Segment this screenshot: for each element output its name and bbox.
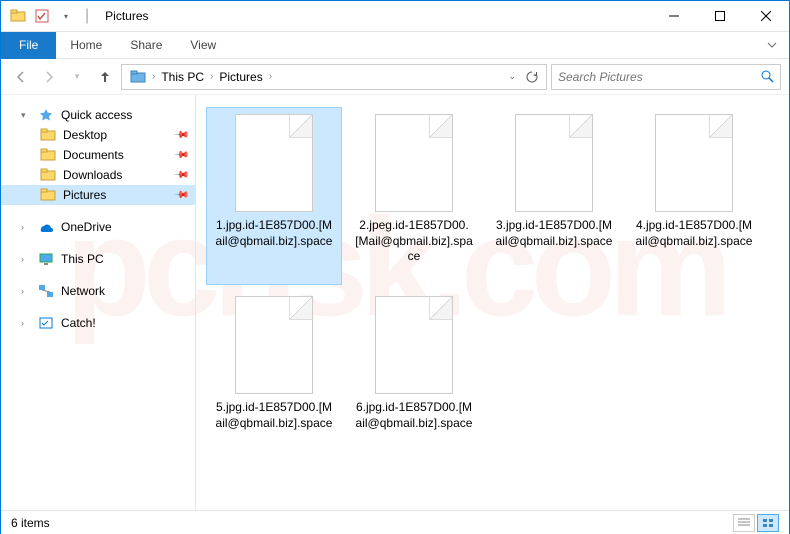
tab-share[interactable]: Share bbox=[116, 32, 176, 59]
file-name: 1.jpg.id-1E857D00.[Mail@qbmail.biz].spac… bbox=[213, 218, 335, 249]
chevron-right-icon[interactable]: › bbox=[21, 318, 31, 328]
search-input[interactable] bbox=[558, 70, 761, 84]
details-view-button[interactable] bbox=[733, 514, 755, 532]
pin-icon: 📌 bbox=[172, 127, 189, 144]
tab-view[interactable]: View bbox=[176, 32, 230, 59]
sidebar-item-label: Documents bbox=[63, 148, 124, 162]
expand-ribbon-icon[interactable] bbox=[755, 40, 789, 50]
folder-icon bbox=[39, 168, 57, 182]
chevron-right-icon[interactable]: › bbox=[208, 71, 215, 82]
sidebar-item-network[interactable]: › Network bbox=[1, 281, 195, 301]
file-name: 2.jpeg.id-1E857D00.[Mail@qbmail.biz].spa… bbox=[353, 218, 475, 265]
file-item[interactable]: 6.jpg.id-1E857D00.[Mail@qbmail.biz].spac… bbox=[346, 289, 482, 467]
file-menu[interactable]: File bbox=[1, 32, 56, 59]
address-dropdown-icon[interactable]: ⌄ bbox=[504, 71, 520, 83]
file-icon bbox=[655, 114, 733, 212]
chevron-right-icon[interactable]: › bbox=[150, 71, 157, 82]
status-bar: 6 items bbox=[1, 510, 789, 534]
up-button[interactable] bbox=[93, 65, 117, 89]
properties-icon[interactable] bbox=[33, 7, 51, 25]
files-pane[interactable]: 1.jpg.id-1E857D00.[Mail@qbmail.biz].spac… bbox=[196, 95, 789, 510]
drive-icon bbox=[37, 316, 55, 330]
chevron-right-icon[interactable]: › bbox=[21, 254, 31, 264]
file-name: 4.jpg.id-1E857D00.[Mail@qbmail.biz].spac… bbox=[633, 218, 755, 249]
sidebar-item-desktop[interactable]: Desktop 📌 bbox=[1, 125, 195, 145]
chevron-right-icon[interactable]: › bbox=[267, 71, 274, 82]
sidebar-item-label: Desktop bbox=[63, 128, 107, 142]
sidebar-item-label: Pictures bbox=[63, 188, 106, 202]
sidebar-item-onedrive[interactable]: › OneDrive bbox=[1, 217, 195, 237]
chevron-right-icon[interactable]: › bbox=[21, 286, 31, 296]
file-icon bbox=[235, 114, 313, 212]
large-icons-view-button[interactable] bbox=[757, 514, 779, 532]
file-item[interactable]: 3.jpg.id-1E857D00.[Mail@qbmail.biz].spac… bbox=[486, 107, 622, 285]
title-bar: ▾ | Pictures bbox=[1, 1, 789, 32]
folder-icon bbox=[39, 188, 57, 202]
title-separator: | bbox=[85, 7, 89, 25]
pin-icon: 📌 bbox=[172, 147, 189, 164]
sidebar-item-downloads[interactable]: Downloads 📌 bbox=[1, 165, 195, 185]
file-item[interactable]: 2.jpeg.id-1E857D00.[Mail@qbmail.biz].spa… bbox=[346, 107, 482, 285]
breadcrumb-this-pc[interactable]: This PC bbox=[157, 70, 208, 84]
sidebar-item-label: This PC bbox=[61, 252, 104, 266]
file-item[interactable]: 4.jpg.id-1E857D00.[Mail@qbmail.biz].spac… bbox=[626, 107, 762, 285]
folder-icon bbox=[39, 148, 57, 162]
pin-icon: 📌 bbox=[172, 167, 189, 184]
item-count: 6 items bbox=[11, 516, 50, 530]
qat-dropdown-icon[interactable]: ▾ bbox=[57, 7, 75, 25]
chevron-down-icon[interactable]: ▾ bbox=[21, 110, 31, 121]
tab-home[interactable]: Home bbox=[56, 32, 116, 59]
explorer-icon bbox=[9, 7, 27, 25]
file-name: 3.jpg.id-1E857D00.[Mail@qbmail.biz].spac… bbox=[493, 218, 615, 249]
ribbon-tabs: File Home Share View bbox=[1, 32, 789, 59]
drive-icon bbox=[37, 221, 55, 233]
recent-dropdown-icon[interactable]: ▾ bbox=[65, 65, 89, 89]
sidebar-item-documents[interactable]: Documents 📌 bbox=[1, 145, 195, 165]
file-icon bbox=[235, 296, 313, 394]
drive-icon bbox=[37, 252, 55, 266]
sidebar-item-thispc[interactable]: › This PC bbox=[1, 249, 195, 269]
maximize-button[interactable] bbox=[697, 1, 743, 32]
sidebar-label: Quick access bbox=[61, 108, 132, 122]
breadcrumb-pictures[interactable]: Pictures bbox=[215, 70, 266, 84]
sidebar-item-label: Downloads bbox=[63, 168, 122, 182]
refresh-icon[interactable] bbox=[522, 71, 542, 83]
nav-bar: ▾ › This PC › Pictures › ⌄ bbox=[1, 59, 789, 95]
file-item[interactable]: 1.jpg.id-1E857D00.[Mail@qbmail.biz].spac… bbox=[206, 107, 342, 285]
navigation-pane: ▾ Quick access Desktop📌Documents📌Downloa… bbox=[1, 95, 196, 510]
search-icon[interactable] bbox=[761, 70, 774, 83]
content-area: ▾ Quick access Desktop📌Documents📌Downloa… bbox=[1, 95, 789, 510]
file-icon bbox=[515, 114, 593, 212]
sidebar-item-catch[interactable]: › Catch! bbox=[1, 313, 195, 333]
sidebar-item-label: Network bbox=[61, 284, 105, 298]
search-box[interactable] bbox=[551, 64, 781, 90]
window-title: Pictures bbox=[105, 9, 148, 23]
file-icon bbox=[375, 114, 453, 212]
sidebar-item-label: OneDrive bbox=[61, 220, 112, 234]
minimize-button[interactable] bbox=[651, 1, 697, 32]
folder-icon bbox=[126, 70, 150, 84]
drive-icon bbox=[37, 284, 55, 298]
sidebar-item-pictures[interactable]: Pictures 📌 bbox=[1, 185, 195, 205]
file-name: 5.jpg.id-1E857D00.[Mail@qbmail.biz].spac… bbox=[213, 400, 335, 431]
back-button[interactable] bbox=[9, 65, 33, 89]
chevron-right-icon[interactable]: › bbox=[21, 222, 31, 232]
pin-icon: 📌 bbox=[172, 187, 189, 204]
sidebar-item-label: Catch! bbox=[61, 316, 96, 330]
forward-button[interactable] bbox=[37, 65, 61, 89]
sidebar-quick-access[interactable]: ▾ Quick access bbox=[1, 105, 195, 125]
file-item[interactable]: 5.jpg.id-1E857D00.[Mail@qbmail.biz].spac… bbox=[206, 289, 342, 467]
star-icon bbox=[37, 108, 55, 122]
address-bar[interactable]: › This PC › Pictures › ⌄ bbox=[121, 64, 547, 90]
folder-icon bbox=[39, 128, 57, 142]
file-name: 6.jpg.id-1E857D00.[Mail@qbmail.biz].spac… bbox=[353, 400, 475, 431]
file-icon bbox=[375, 296, 453, 394]
close-button[interactable] bbox=[743, 1, 789, 32]
